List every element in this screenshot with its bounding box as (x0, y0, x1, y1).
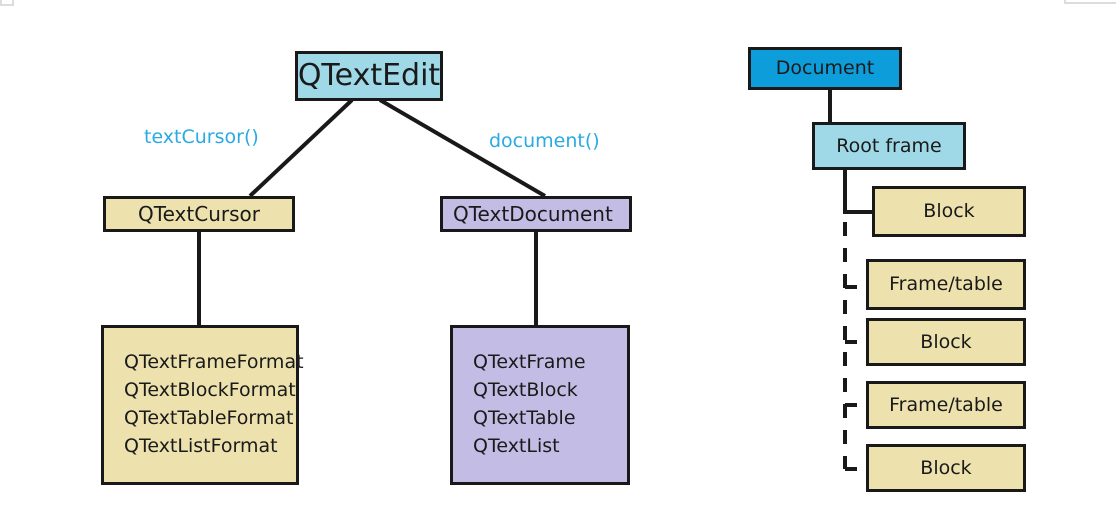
list-item: QTextList (473, 435, 560, 457)
edge-label-textcursor: textCursor() (144, 126, 259, 148)
list-item: QTextTable (473, 407, 576, 429)
top-left-corner-artifact (0, 0, 14, 6)
list-item: QTextFrame (473, 351, 586, 373)
list-item: QTextBlockFormat (124, 379, 296, 401)
node-qtextcursor[interactable]: QTextCursor (103, 196, 295, 232)
node-block-3-label: Block (920, 456, 972, 479)
node-frame-table-2-label: Frame/table (889, 393, 1003, 416)
node-frame-table-1[interactable]: Frame/table (866, 259, 1026, 310)
node-qtextedit[interactable]: QTextEdit (295, 51, 443, 101)
list-item: QTextFrameFormat (124, 351, 304, 373)
node-qtextdocument-label: QTextDocument (453, 202, 613, 226)
diagram-canvas: QTextEdit textCursor() document() QTextC… (0, 0, 1116, 521)
edge-label-document: document() (489, 130, 600, 152)
node-qtextdocument[interactable]: QTextDocument (440, 196, 632, 232)
node-root-frame[interactable]: Root frame (812, 122, 966, 170)
node-qtextcursor-label: QTextCursor (138, 202, 260, 226)
node-block-1[interactable]: Block (872, 186, 1026, 237)
node-document-root-label: Document (775, 57, 875, 79)
node-document-root[interactable]: Document (748, 47, 902, 90)
node-format-classes[interactable]: QTextFrameFormat QTextBlockFormat QTextT… (101, 325, 304, 485)
node-block-3[interactable]: Block (866, 444, 1026, 492)
list-item: QTextTableFormat (124, 407, 294, 429)
list-item: QTextListFormat (124, 435, 278, 457)
node-block-2-label: Block (920, 330, 972, 353)
node-block-2[interactable]: Block (866, 318, 1026, 366)
edge-label-textcursor-text: textCursor() (144, 126, 259, 148)
node-document-classes[interactable]: QTextFrame QTextBlock QTextTable QTextLi… (450, 325, 630, 485)
node-qtextedit-label: QTextEdit (297, 58, 441, 93)
node-block-1-label: Block (923, 200, 975, 222)
top-right-corner-artifact (1064, 0, 1116, 4)
list-item: QTextBlock (473, 379, 578, 401)
node-frame-table-2[interactable]: Frame/table (866, 381, 1026, 429)
edge-label-document-text: document() (489, 130, 600, 152)
node-root-frame-label: Root frame (836, 134, 942, 157)
node-frame-table-1-label: Frame/table (889, 273, 1003, 295)
